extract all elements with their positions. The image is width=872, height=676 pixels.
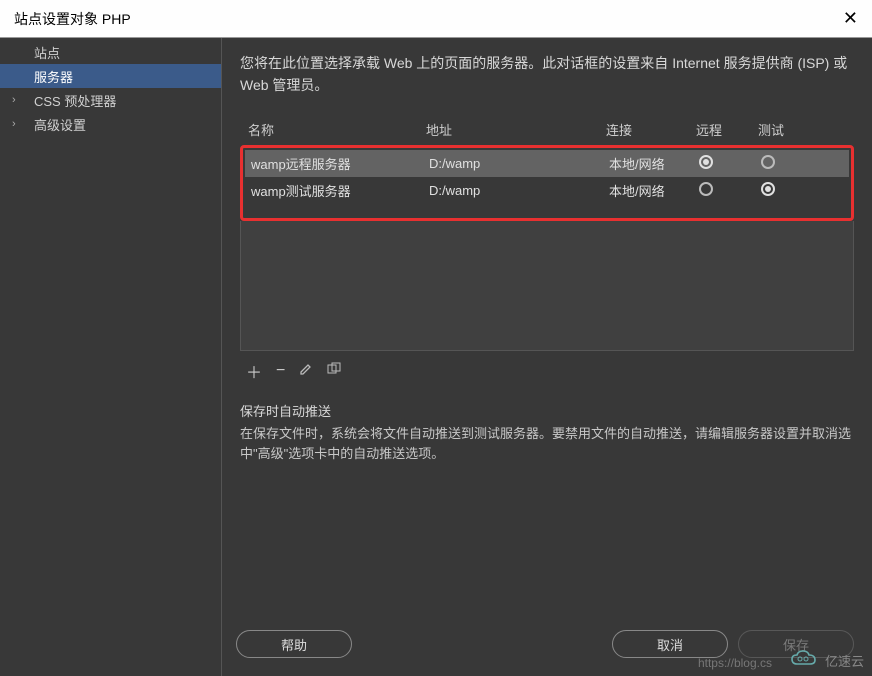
titlebar: 站点设置对象 PHP ✕ [0, 0, 872, 38]
cell-name: wamp测试服务器 [251, 181, 429, 200]
sidebar-item-site[interactable]: 站点 [0, 40, 221, 64]
brand-text: 亿速云 [825, 651, 864, 670]
duplicate-icon[interactable] [327, 362, 343, 381]
remote-radio[interactable] [699, 155, 713, 169]
table-empty-area [240, 221, 854, 351]
highlighted-rows: wamp远程服务器 D:/wamp 本地/网络 wamp测试服务器 D:/wam… [240, 145, 854, 221]
description-text: 您将在此位置选择承载 Web 上的页面的服务器。此对话框的设置来自 Intern… [240, 52, 854, 96]
server-table: 名称 地址 连接 远程 测试 wamp远程服务器 D:/wamp 本地/网络 w… [240, 114, 854, 391]
sidebar-item-label: CSS 预处理器 [26, 91, 116, 110]
cell-connection: 本地/网络 [609, 181, 699, 200]
window-title: 站点设置对象 PHP [14, 9, 131, 29]
sidebar-item-label: 站点 [26, 43, 60, 62]
cell-address: D:/wamp [429, 183, 609, 198]
sidebar-item-label: 高级设置 [26, 115, 86, 134]
col-header-address: 地址 [426, 120, 606, 139]
col-header-test: 测试 [758, 120, 820, 139]
sidebar-item-server[interactable]: 服务器 [0, 64, 221, 88]
cloud-icon [789, 649, 819, 672]
cell-connection: 本地/网络 [609, 154, 699, 173]
col-header-connection: 连接 [606, 120, 696, 139]
edit-icon[interactable] [299, 362, 313, 381]
remove-icon[interactable]: − [276, 362, 285, 380]
remote-radio[interactable] [699, 182, 713, 196]
add-icon[interactable]: ＋ [246, 359, 262, 383]
sidebar-item-label: 服务器 [26, 67, 73, 86]
col-header-remote: 远程 [696, 120, 758, 139]
url-watermark: https://blog.cs [698, 656, 772, 670]
table-header: 名称 地址 连接 远程 测试 [240, 114, 854, 145]
cell-name: wamp远程服务器 [251, 154, 429, 173]
test-radio[interactable] [761, 182, 775, 196]
table-row[interactable]: wamp远程服务器 D:/wamp 本地/网络 [245, 150, 849, 177]
table-row[interactable]: wamp测试服务器 D:/wamp 本地/网络 [245, 177, 849, 204]
dialog-footer: 帮助 取消 保存 [236, 630, 854, 658]
sidebar-item-css[interactable]: › CSS 预处理器 [0, 88, 221, 112]
chevron-right-icon: › [12, 94, 26, 106]
chevron-right-icon: › [12, 118, 26, 130]
sidebar-item-advanced[interactable]: › 高级设置 [0, 112, 221, 136]
autopush-title: 保存时自动推送 [240, 401, 854, 420]
brand-watermark: 亿速云 [789, 649, 864, 672]
autopush-text: 在保存文件时，系统会将文件自动推送到测试服务器。要禁用文件的自动推送，请编辑服务… [240, 424, 854, 464]
table-toolbar: ＋ − [240, 351, 854, 391]
cancel-button[interactable]: 取消 [612, 630, 728, 658]
col-header-name: 名称 [248, 120, 426, 139]
cell-address: D:/wamp [429, 156, 609, 171]
test-radio[interactable] [761, 155, 775, 169]
close-icon[interactable]: ✕ [843, 8, 858, 29]
sidebar: 站点 服务器 › CSS 预处理器 › 高级设置 [0, 38, 222, 676]
help-button[interactable]: 帮助 [236, 630, 352, 658]
